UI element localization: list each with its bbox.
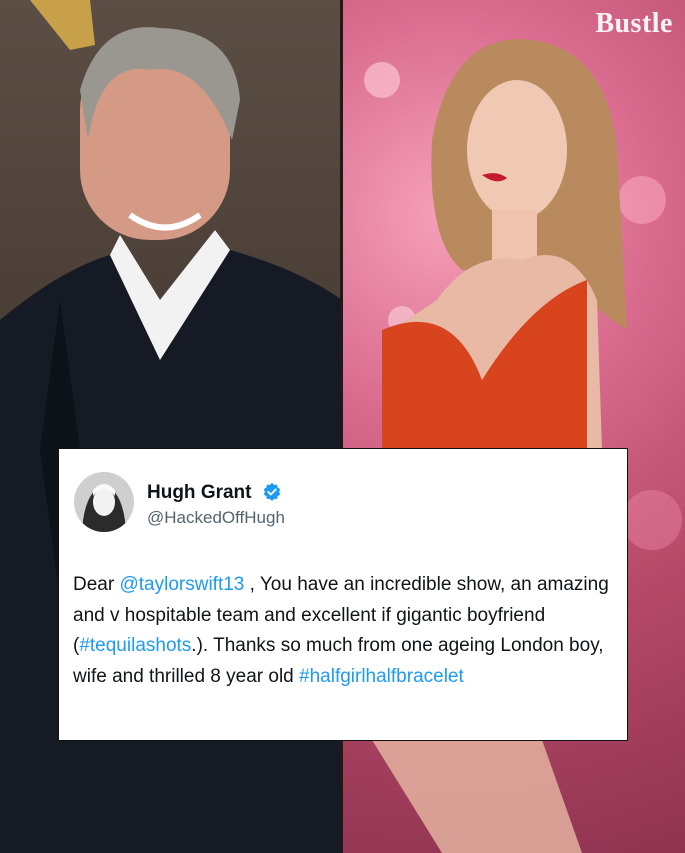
- tweet-card: Hugh Grant @HackedOffHugh Dear @taylorsw…: [58, 448, 628, 741]
- tweet-text: Dear @taylorswift13 , You have an incred…: [73, 570, 618, 692]
- bustle-logo: Bustle: [595, 8, 673, 39]
- profile-avatar[interactable]: [74, 472, 134, 532]
- avatar-icon: [74, 472, 134, 532]
- mention-link[interactable]: @taylorswift13: [119, 574, 244, 595]
- author-handle[interactable]: @HackedOffHugh: [147, 508, 285, 528]
- verified-badge-icon: [263, 482, 281, 501]
- hashtag-link-tequilashots[interactable]: #tequilashots: [79, 635, 191, 656]
- hashtag-link-halfgirlhalfbracelet[interactable]: #halfgirlhalfbracelet: [299, 666, 464, 687]
- author-name[interactable]: Hugh Grant: [147, 482, 252, 504]
- tweet-text-segment: Dear: [73, 574, 120, 595]
